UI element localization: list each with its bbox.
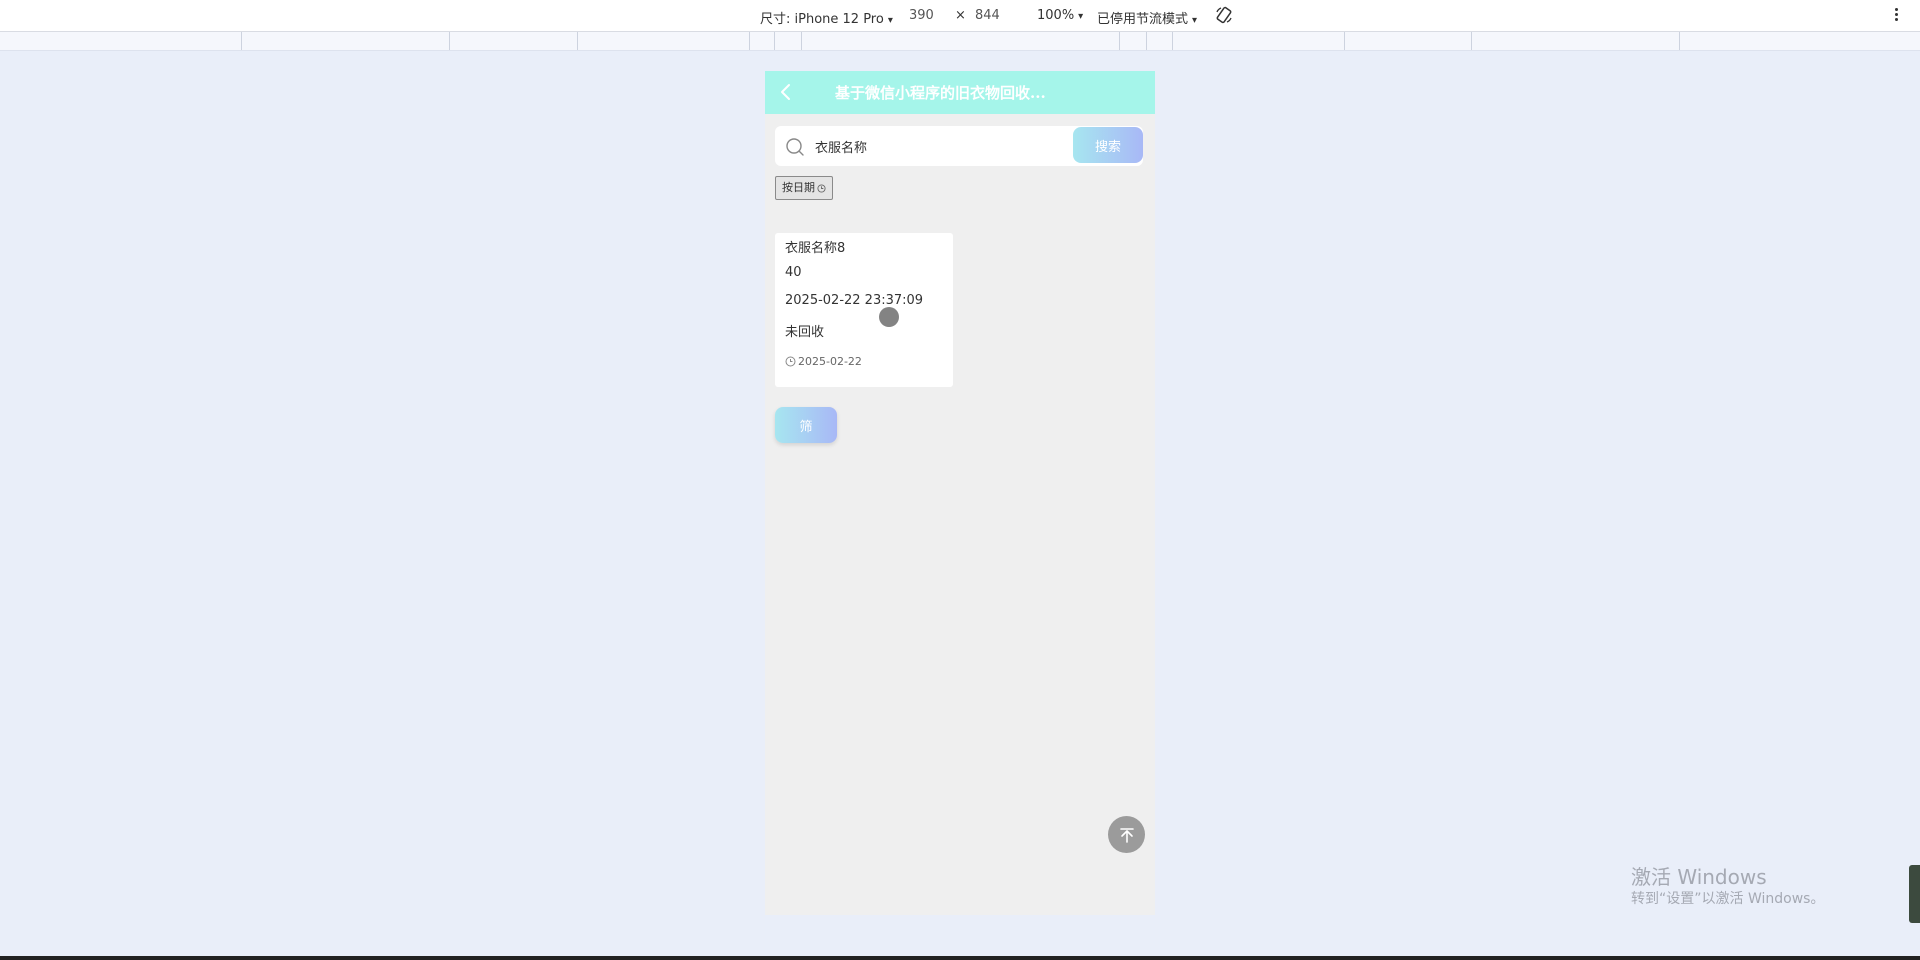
ruler-tick [241, 32, 242, 50]
arrow-up-to-top-icon [1119, 827, 1134, 843]
ruler-tick [1119, 32, 1120, 50]
search-button[interactable]: 搜索 [1073, 127, 1143, 163]
ruler-tick [1471, 32, 1472, 50]
device-height-input[interactable]: 844 [975, 8, 1000, 23]
ruler-tick [801, 32, 802, 50]
more-vert-icon[interactable] [1893, 6, 1899, 24]
media-query-ruler [0, 32, 1920, 51]
ruler-tick [1172, 32, 1173, 50]
ruler-tick [577, 32, 578, 50]
zoom-select[interactable]: 100% ▾ [1037, 8, 1083, 23]
ruler-tick [774, 32, 775, 50]
search-bar: 搜索 [775, 126, 1143, 166]
sort-chip-label: 按日期 [782, 181, 815, 194]
ruler-tick [1344, 32, 1345, 50]
device-dimensions-select[interactable]: 尺寸: iPhone 12 Pro ▾ [760, 8, 893, 27]
throttle-select[interactable]: 已停用节流模式 ▾ [1097, 8, 1197, 27]
search-icon [786, 138, 804, 156]
chevron-down-icon: ▾ [1192, 15, 1198, 26]
search-input[interactable] [815, 134, 1055, 158]
sort-by-date-button[interactable]: 按日期 [775, 176, 833, 200]
zoom-label: 100% [1037, 8, 1075, 23]
device-dimensions-label: 尺寸: iPhone 12 Pro [760, 12, 884, 27]
windows-activation-subtitle: 转到“设置”以激活 Windows。 [1631, 891, 1825, 907]
clothing-card[interactable]: 衣服名称8 40 2025-02-22 23:37:09 未回收 2025-02… [775, 233, 953, 387]
card-status: 未回收 [785, 325, 825, 340]
ruler-tick [449, 32, 450, 50]
phone-viewport: 基于微信小程序的旧衣物回收... 搜索 按日期 衣服名称8 40 2025-02… [765, 71, 1155, 915]
times-separator: × [955, 8, 966, 23]
card-date-row: 2025-02-22 [785, 355, 862, 368]
device-width-input[interactable]: 390 [909, 8, 934, 23]
side-widget[interactable] [1909, 865, 1920, 923]
ruler-tick [1146, 32, 1147, 50]
throttle-label: 已停用节流模式 [1097, 12, 1189, 27]
taskbar-edge [0, 956, 1920, 960]
ruler-tick [749, 32, 750, 50]
touch-cursor [879, 307, 899, 327]
card-name: 衣服名称8 [785, 241, 846, 256]
nav-bar: 基于微信小程序的旧衣物回收... [765, 71, 1155, 114]
clock-icon [785, 356, 796, 367]
filter-button[interactable]: 筛 [775, 407, 837, 443]
card-price: 40 [785, 265, 802, 280]
ruler-tick [1679, 32, 1680, 50]
windows-activation-title: 激活 Windows [1631, 865, 1767, 889]
card-datetime: 2025-02-22 23:37:09 [785, 293, 924, 308]
page-title: 基于微信小程序的旧衣物回收... [835, 84, 1046, 102]
clock-icon [817, 183, 826, 193]
devtools-toolbar: 尺寸: iPhone 12 Pro ▾ 390 × 844 100% ▾ 已停用节流… [0, 0, 1920, 32]
chevron-down-icon: ▾ [887, 15, 893, 26]
card-date: 2025-02-22 [798, 355, 862, 368]
back-to-top-button[interactable] [1108, 816, 1145, 853]
chevron-down-icon: ▾ [1078, 11, 1084, 22]
rotate-icon[interactable] [1215, 6, 1233, 24]
back-arrow-icon[interactable] [777, 82, 795, 102]
